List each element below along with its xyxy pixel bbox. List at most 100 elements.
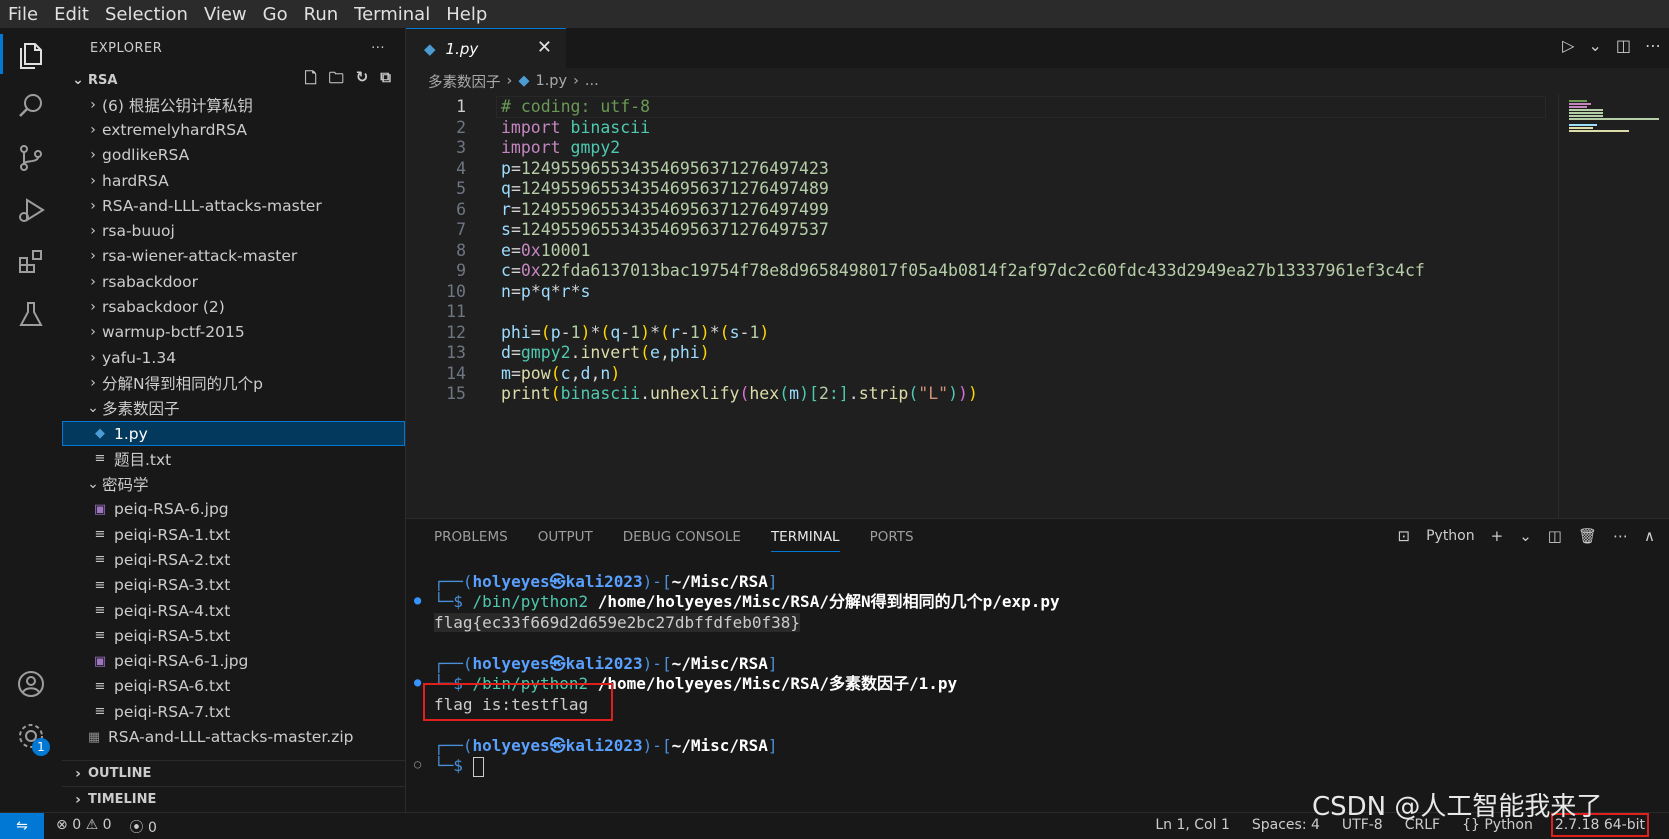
tree-item-label: rsa-wiener-attack-master xyxy=(102,247,298,266)
more-actions-icon[interactable]: ⋯ xyxy=(1613,527,1628,545)
tree-item[interactable]: ≡ peiqi-RSA-1.txt xyxy=(62,522,405,547)
current-line-highlight xyxy=(496,96,1546,118)
tree-item[interactable]: ≡ peiqi-RSA-6.txt xyxy=(62,674,405,699)
run-debug-activity[interactable] xyxy=(0,184,62,236)
folder-root-rsa[interactable]: ⌄ RSA 🗋 🗀 ↻ ⧉ xyxy=(62,68,405,92)
remote-indicator[interactable]: ⇋ xyxy=(0,813,44,839)
tree-item[interactable]: ≡ 题目.txt xyxy=(62,446,405,471)
menu-run[interactable]: Run xyxy=(296,4,347,25)
source-control-icon xyxy=(20,145,42,171)
collapse-all-icon[interactable]: ⧉ xyxy=(380,68,391,93)
tree-item-label: hardRSA xyxy=(102,171,169,190)
tab-ports[interactable]: PORTS xyxy=(870,529,914,552)
split-terminal-icon[interactable]: ◫ xyxy=(1548,527,1562,545)
tree-item[interactable]: › rsabackdoor xyxy=(62,269,405,294)
breadcrumb-folder[interactable]: 多素数因子 xyxy=(428,71,501,92)
tab-1-py[interactable]: ◆ 1.py ✕ xyxy=(406,28,566,68)
breadcrumb-symbol[interactable]: ... xyxy=(585,73,599,89)
menu-view[interactable]: View xyxy=(196,4,255,25)
testing-activity[interactable] xyxy=(0,288,62,340)
explorer-activity[interactable] xyxy=(0,28,62,80)
new-folder-icon[interactable]: 🗀 xyxy=(329,68,344,93)
tab-debug-console[interactable]: DEBUG CONSOLE xyxy=(623,529,741,552)
line-number: 3 xyxy=(456,138,466,157)
terminal[interactable]: ┌──(holyeyes㉿kali2023)-[~/Misc/RSA] ● └─… xyxy=(406,569,1669,813)
command-success-dot[interactable]: ● xyxy=(414,675,421,689)
tree-item[interactable]: › hardRSA xyxy=(62,168,405,193)
tree-item[interactable]: ≡ peiqi-RSA-3.txt xyxy=(62,573,405,598)
command-success-dot[interactable]: ● xyxy=(414,593,421,607)
tree-item[interactable]: › yafu-1.34 xyxy=(62,345,405,370)
tree-item[interactable]: ▣ peiq-RSA-6.jpg xyxy=(62,497,405,522)
tree-item[interactable]: ▣ peiqi-RSA-6-1.jpg xyxy=(62,649,405,674)
menu-go[interactable]: Go xyxy=(255,4,296,25)
more-actions-icon[interactable]: ⋯ xyxy=(1645,36,1661,55)
menu-selection[interactable]: Selection xyxy=(97,4,196,25)
search-activity[interactable] xyxy=(0,80,62,132)
breadcrumb-file[interactable]: 1.py xyxy=(535,73,567,89)
accounts-activity[interactable] xyxy=(0,658,62,710)
run-file-icon[interactable]: ▷ xyxy=(1562,36,1574,55)
tab-problems[interactable]: PROBLEMS xyxy=(434,529,508,552)
maximize-panel-icon[interactable]: ∧ xyxy=(1644,527,1655,545)
cursor-position[interactable]: Ln 1, Col 1 xyxy=(1155,817,1230,833)
menu-edit[interactable]: Edit xyxy=(46,4,97,25)
split-editor-icon[interactable]: ◫ xyxy=(1616,36,1631,55)
tab-output[interactable]: OUTPUT xyxy=(538,529,593,552)
code-token: r xyxy=(501,199,511,219)
refresh-icon[interactable]: ↻ xyxy=(356,68,369,93)
command-empty-dot[interactable]: ○ xyxy=(414,757,421,771)
tree-item[interactable]: ▦ RSA-and-LLL-attacks-master.zip xyxy=(62,724,405,749)
terminal-input-line[interactable]: └─$ xyxy=(434,755,484,777)
menu-terminal[interactable]: Terminal xyxy=(346,4,438,25)
terminal-shell-label[interactable]: Python xyxy=(1426,528,1475,544)
problems-status[interactable]: ⊗ 0 ⚠ 0 xyxy=(56,817,112,837)
tab-terminal[interactable]: TERMINAL xyxy=(770,529,840,552)
prompt-dir: ~/Misc/RSA xyxy=(671,654,768,673)
prompt-user: holyeyes㉿kali2023 xyxy=(472,572,643,591)
code-text: s=1249559655343546956371276497537 xyxy=(501,219,829,241)
close-icon[interactable]: ✕ xyxy=(537,37,552,58)
extensions-activity[interactable] xyxy=(0,236,62,288)
ports-status[interactable]: ⦿ 0 xyxy=(130,817,157,837)
chevron-down-icon[interactable]: ⌄ xyxy=(1519,527,1532,545)
minimap[interactable] xyxy=(1558,94,1669,518)
code-token: = xyxy=(510,240,521,260)
code-text: phi=(p-1)*(q-1)*(r-1)*(s-1) xyxy=(501,322,769,344)
outline-section[interactable]: › OUTLINE xyxy=(62,760,405,786)
timeline-section[interactable]: › TIMELINE xyxy=(62,786,405,812)
tree-item[interactable]: › rsabackdoor (2) xyxy=(62,294,405,319)
tree-item[interactable]: › RSA-and-LLL-attacks-master xyxy=(62,193,405,218)
tree-item[interactable]: › 分解N得到相同的几个p xyxy=(62,370,405,395)
chevron-down-icon[interactable]: ⌄ xyxy=(1588,36,1601,55)
code-token: n xyxy=(600,363,611,383)
tree-item[interactable]: ≡ peiqi-RSA-4.txt xyxy=(62,598,405,623)
tree-item[interactable]: › warmup-bctf-2015 xyxy=(62,320,405,345)
tree-item[interactable]: › rsa-buuoj xyxy=(62,218,405,243)
new-file-icon[interactable]: 🗋 xyxy=(305,68,317,93)
tree-item[interactable]: ≡ peiqi-RSA-2.txt xyxy=(62,547,405,572)
tree-item[interactable]: ≡ peiqi-RSA-7.txt xyxy=(62,699,405,724)
source-control-activity[interactable] xyxy=(0,132,62,184)
manage-activity[interactable]: 1 xyxy=(0,710,62,762)
code-token: 22fda6137013bac19754f78e8d9658498017f05a… xyxy=(540,261,1425,280)
code-line: 6 r=1249559655343546956371276497499 xyxy=(406,199,1546,221)
tree-item[interactable]: › extremelyhardRSA xyxy=(62,117,405,142)
tree-item[interactable]: › godlikeRSA xyxy=(62,143,405,168)
tree-item[interactable]: ◆ 1.py xyxy=(62,420,405,447)
code-editor[interactable]: 1 # coding: utf-8 2 import binascii 3 import … xyxy=(406,94,1669,518)
menu-file[interactable]: File xyxy=(0,4,46,25)
tree-item[interactable]: ⌄ 多素数因子 xyxy=(62,396,405,421)
code-token: = xyxy=(510,261,521,280)
trash-icon[interactable]: 🗑 xyxy=(1578,527,1597,545)
add-terminal-icon[interactable]: + xyxy=(1491,527,1504,545)
explorer-more-button[interactable]: ··· xyxy=(371,41,385,56)
menu-help[interactable]: Help xyxy=(438,4,495,25)
tree-item[interactable]: ≡ peiqi-RSA-5.txt xyxy=(62,623,405,648)
tree-item[interactable]: › rsa-wiener-attack-master xyxy=(62,244,405,269)
tree-item[interactable]: ⌄ 密码学 xyxy=(62,471,405,496)
tree-item[interactable]: › (6) 根据公钥计算私钥 xyxy=(62,92,405,117)
line-number: 6 xyxy=(456,199,466,219)
indentation[interactable]: Spaces: 4 xyxy=(1252,817,1320,833)
code-token: ( xyxy=(739,384,750,403)
